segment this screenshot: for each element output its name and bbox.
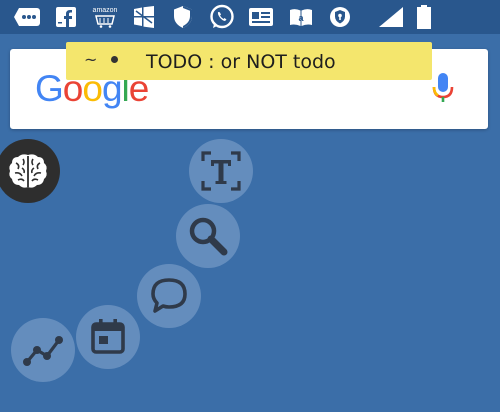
brain-button[interactable] <box>0 139 60 203</box>
calendar-button[interactable] <box>76 305 140 369</box>
kindle-icon[interactable]: a <box>287 4 315 30</box>
search-button[interactable] <box>176 204 240 268</box>
microphone-icon[interactable] <box>430 71 456 107</box>
graph-button[interactable] <box>11 318 75 382</box>
todo-note[interactable]: ~ TODO : or NOT todo <box>66 42 432 80</box>
amazon-label: amazon <box>92 6 118 14</box>
battery-icon <box>410 4 438 30</box>
id-card-icon[interactable] <box>247 4 275 30</box>
todo-note-prefix: ~ <box>84 50 98 69</box>
todo-note-text: TODO : or NOT todo <box>146 51 336 73</box>
vpn-icon[interactable] <box>326 4 354 30</box>
signal-icon <box>376 4 406 30</box>
text-scan-icon <box>201 151 241 191</box>
shield-icon[interactable] <box>169 4 197 30</box>
chat-bubble-icon <box>151 278 187 313</box>
whatsapp-icon[interactable] <box>208 4 236 30</box>
calendar-icon <box>91 319 125 354</box>
amazon-icon[interactable]: amazon <box>91 4 119 30</box>
chat-button[interactable] <box>137 264 201 328</box>
line-graph-icon <box>23 336 63 366</box>
text-recognition-button[interactable] <box>189 139 253 203</box>
google-logo-letter: G <box>35 68 64 109</box>
magnifier-icon <box>189 217 228 256</box>
message-icon[interactable] <box>13 4 41 30</box>
bullet-icon <box>111 56 118 63</box>
windows-icon[interactable] <box>130 4 158 30</box>
status-bar: amazon a <box>0 0 500 34</box>
brain-icon <box>9 154 47 188</box>
facebook-icon[interactable] <box>52 4 80 30</box>
